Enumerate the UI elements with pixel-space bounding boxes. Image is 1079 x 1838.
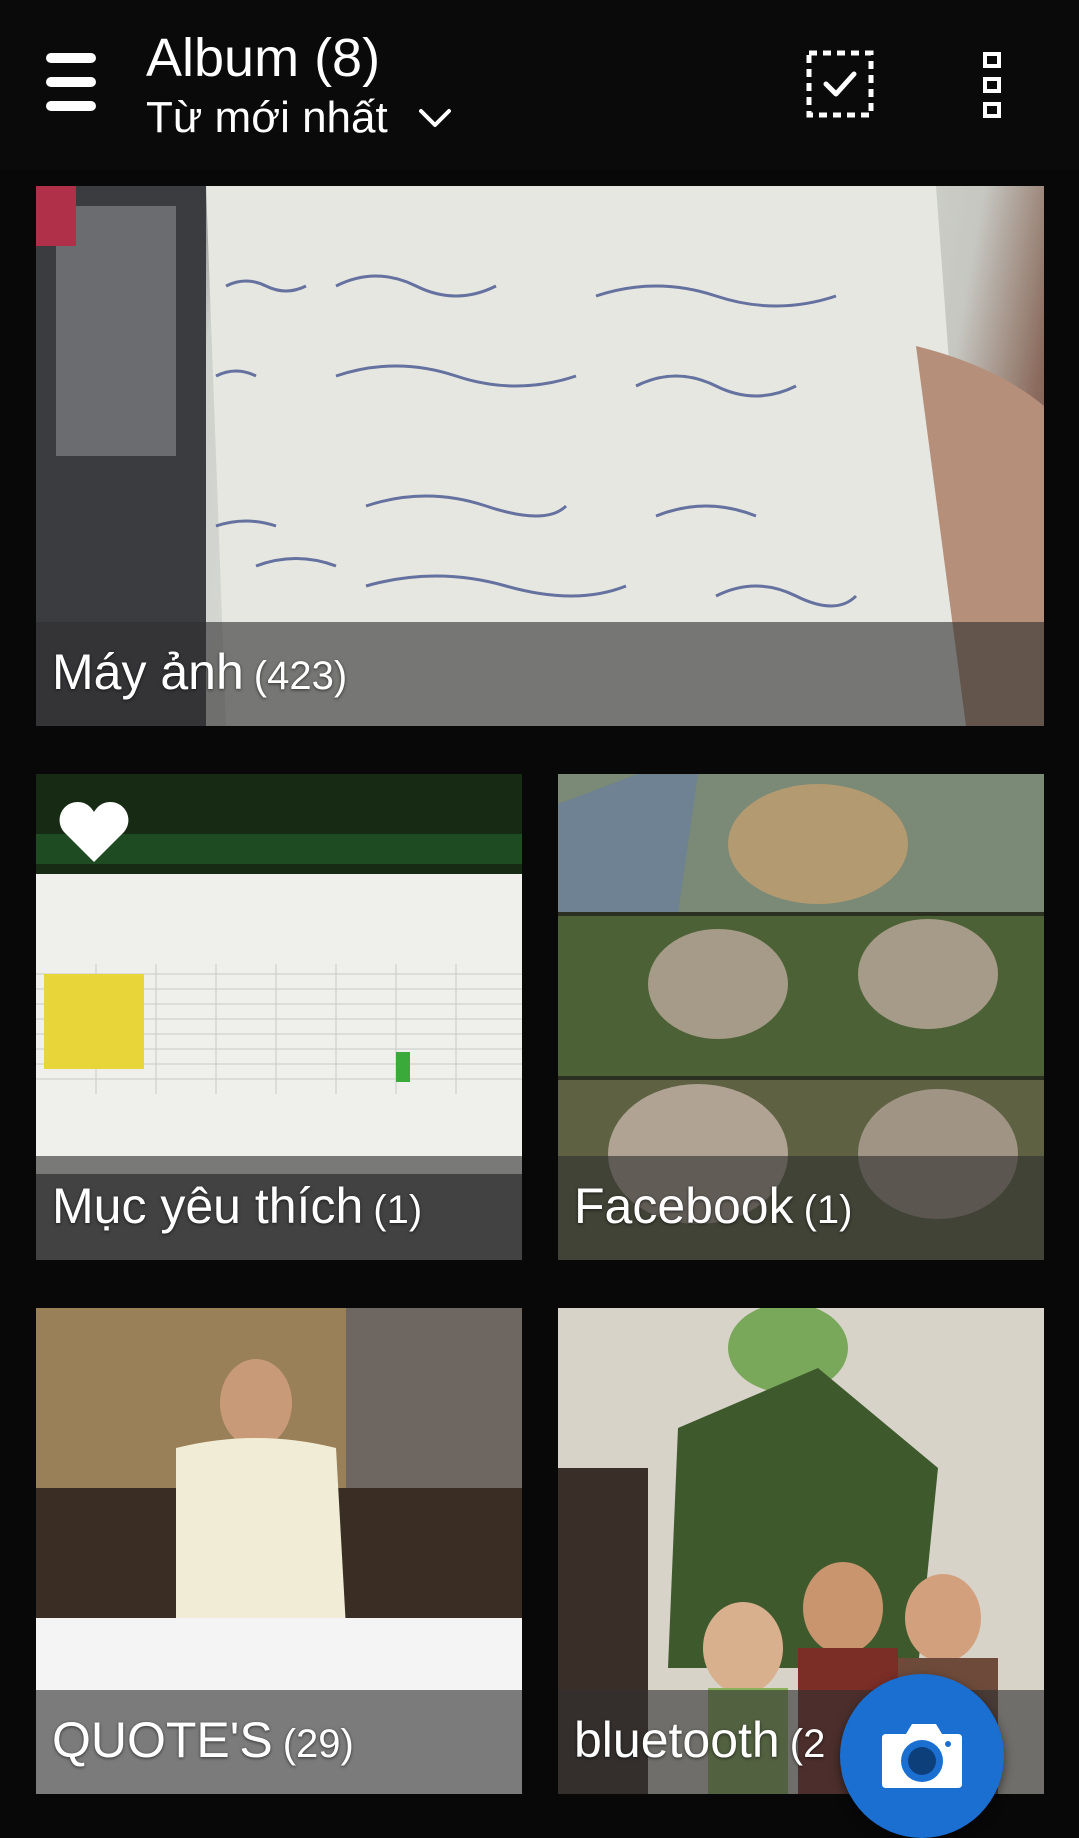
menu-icon[interactable]: [46, 50, 98, 116]
album-caption: Mục yêu thích (1): [36, 1156, 522, 1260]
top-app-bar: Album (8) Từ mới nhất: [0, 0, 1079, 170]
sort-label: Từ mới nhất: [146, 93, 388, 142]
album-caption: Facebook (1): [558, 1156, 1044, 1260]
album-count: (2: [789, 1722, 826, 1766]
album-count: (29): [282, 1722, 354, 1766]
album-name: Facebook: [574, 1178, 794, 1234]
album-camera[interactable]: Máy ảnh (423): [36, 186, 1044, 726]
album-name: QUOTE'S: [52, 1712, 273, 1768]
chevron-down-icon: [418, 109, 451, 127]
select-checkbox-icon[interactable]: [806, 50, 874, 118]
album-facebook[interactable]: Facebook (1): [558, 774, 1044, 1260]
album-name: Máy ảnh: [52, 644, 244, 700]
album-quotes[interactable]: QUOTE'S (29): [36, 1308, 522, 1794]
heart-icon: [59, 802, 129, 862]
album-count: (423): [253, 654, 348, 698]
album-name: Mục yêu thích: [52, 1178, 364, 1234]
album-caption: Máy ảnh (423): [36, 622, 1044, 726]
album-favorites[interactable]: Mục yêu thích (1): [36, 774, 522, 1260]
album-caption: QUOTE'S (29): [36, 1690, 522, 1794]
sort-dropdown[interactable]: Từ mới nhất: [146, 88, 452, 148]
more-vert-icon[interactable]: [980, 50, 1010, 120]
album-count: (1): [803, 1188, 853, 1232]
album-name: bluetooth: [574, 1712, 780, 1768]
camera-fab-button[interactable]: [840, 1674, 1004, 1838]
album-count: (1): [373, 1188, 423, 1232]
page-title: Album (8): [146, 28, 381, 88]
camera-icon: [882, 1724, 962, 1788]
